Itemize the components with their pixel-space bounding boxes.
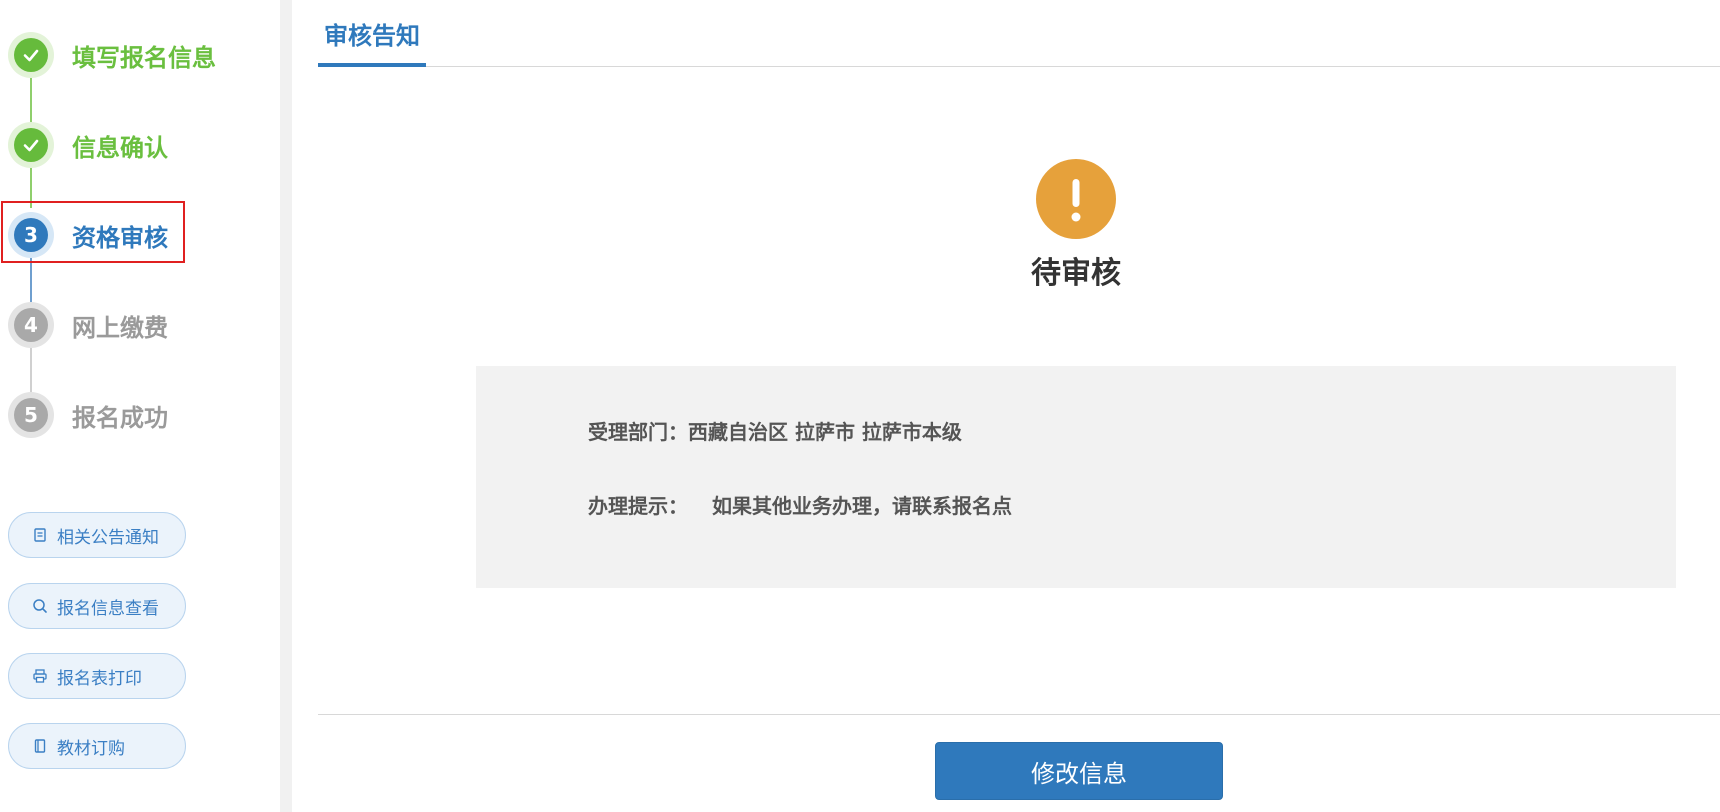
step-confirm-info[interactable]: 信息确认 — [8, 121, 168, 169]
department-value: 西藏自治区 拉萨市 拉萨市本级 — [688, 420, 962, 444]
announcements-button[interactable]: 相关公告通知 — [8, 512, 186, 558]
printer-icon — [31, 667, 49, 685]
step-progress: 填写报名信息 信息确认 3 资格审核 4 网上缴费 5 报名成功 — [0, 0, 280, 440]
step-badge-ring — [8, 122, 54, 168]
tip-row: 办理提示： 如果其他业务办理，请联系报名点 — [588, 490, 1012, 519]
search-icon — [31, 597, 49, 615]
side-button-label: 报名信息查看 — [57, 598, 159, 619]
step-badge-ring: 4 — [8, 302, 54, 348]
document-icon — [31, 526, 49, 544]
check-icon — [14, 128, 48, 162]
step-number: 4 — [14, 308, 48, 342]
step-fill-info[interactable]: 填写报名信息 — [8, 31, 216, 79]
department-row: 受理部门：西藏自治区 拉萨市 拉萨市本级 — [588, 416, 962, 445]
tab-bar: 审核告知 — [318, 0, 1720, 67]
sidebar: 填写报名信息 信息确认 3 资格审核 4 网上缴费 5 报名成功 相关公告通知 … — [0, 0, 280, 812]
step-badge-ring: 5 — [8, 392, 54, 438]
department-label: 受理部门： — [588, 420, 688, 444]
textbook-order-button[interactable]: 教材订购 — [8, 723, 186, 769]
main-content: 审核告知 待审核 受理部门：西藏自治区 拉萨市 拉萨市本级 办理提示： 如果其他业… — [292, 0, 1720, 812]
check-icon — [14, 38, 48, 72]
side-button-label: 教材订购 — [57, 738, 125, 759]
step-online-payment[interactable]: 4 网上缴费 — [8, 301, 168, 349]
tab-review-notice[interactable]: 审核告知 — [318, 0, 426, 67]
book-icon — [31, 737, 49, 755]
side-button-label: 相关公告通知 — [57, 527, 159, 548]
view-registration-button[interactable]: 报名信息查看 — [8, 583, 186, 629]
step-connector — [30, 258, 32, 302]
step-label: 报名成功 — [72, 403, 168, 432]
step-number: 5 — [14, 398, 48, 432]
current-step-highlight — [1, 201, 185, 263]
step-label: 信息确认 — [72, 133, 168, 162]
print-form-button[interactable]: 报名表打印 — [8, 653, 186, 699]
side-button-label: 报名表打印 — [57, 668, 142, 689]
step-label: 网上缴费 — [72, 313, 168, 342]
step-registration-success[interactable]: 5 报名成功 — [8, 391, 168, 439]
sidebar-divider — [280, 0, 292, 812]
tip-value: 如果其他业务办理，请联系报名点 — [712, 494, 1012, 518]
step-connector — [30, 78, 32, 126]
footer-divider — [318, 714, 1720, 715]
tip-label: 办理提示： — [588, 494, 688, 518]
modify-info-button[interactable]: 修改信息 — [935, 742, 1223, 800]
step-badge-ring — [8, 32, 54, 78]
exclamation-icon — [1036, 159, 1116, 239]
step-label: 填写报名信息 — [72, 43, 216, 72]
step-connector — [30, 348, 32, 392]
info-panel: 受理部门：西藏自治区 拉萨市 拉萨市本级 办理提示： 如果其他业务办理，请联系报名… — [476, 366, 1676, 588]
status-title: 待审核 — [1031, 256, 1121, 291]
